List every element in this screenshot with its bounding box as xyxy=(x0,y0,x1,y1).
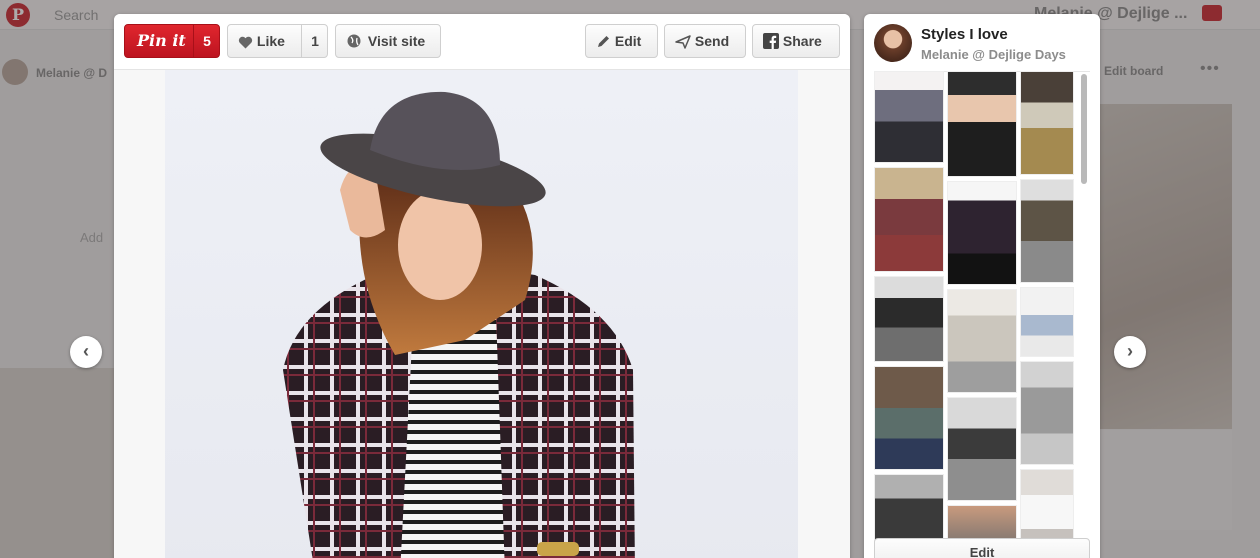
board-thumbnail[interactable] xyxy=(1020,71,1074,175)
globe-icon xyxy=(347,34,361,48)
send-button[interactable]: Send xyxy=(664,24,746,58)
like-count: 1 xyxy=(301,25,328,57)
pin-image-area xyxy=(114,70,850,558)
next-pin-button[interactable]: › xyxy=(1114,336,1146,368)
board-thumbnail[interactable] xyxy=(1020,287,1074,357)
repin-count: 5 xyxy=(193,25,220,57)
visit-site-label: Visit site xyxy=(367,33,426,49)
board-thumbnail[interactable] xyxy=(874,366,944,470)
previous-pin-button[interactable]: ‹ xyxy=(70,336,102,368)
board-thumbnail[interactable] xyxy=(874,71,944,163)
board-owner-avatar[interactable] xyxy=(874,24,912,62)
pencil-icon xyxy=(598,36,609,47)
pin-it-label: Pin it xyxy=(137,31,186,50)
board-thumbnail[interactable] xyxy=(947,397,1017,501)
share-label: Share xyxy=(782,33,822,49)
pin-photo-illustration xyxy=(283,91,635,558)
chevron-left-icon: ‹ xyxy=(83,341,89,361)
board-thumbnail[interactable] xyxy=(874,167,944,272)
send-label: Send xyxy=(694,33,730,49)
pin-it-button[interactable]: Pin it 5 xyxy=(124,24,220,58)
heart-icon xyxy=(238,36,253,49)
board-title[interactable]: Styles I love xyxy=(921,26,1008,43)
pin-image[interactable] xyxy=(165,70,798,558)
pin-toolbar: Pin it 5 Like 1 Visit site Edit Send Sha… xyxy=(114,14,850,70)
board-thumbnail[interactable] xyxy=(1020,179,1074,283)
chevron-right-icon: › xyxy=(1127,341,1133,361)
board-scrollbar[interactable] xyxy=(1080,74,1088,534)
visit-site-button[interactable]: Visit site xyxy=(335,24,441,58)
board-thumbnail[interactable] xyxy=(1020,361,1074,465)
board-edit-button[interactable]: Edit xyxy=(874,538,1090,558)
like-button[interactable]: Like 1 xyxy=(227,24,328,58)
board-thumbnail[interactable] xyxy=(947,71,1017,177)
pin-closeup-panel: Pin it 5 Like 1 Visit site Edit Send Sha… xyxy=(114,14,850,558)
like-label-wrap: Like xyxy=(238,25,285,57)
like-label: Like xyxy=(256,33,285,49)
share-button[interactable]: Share xyxy=(752,24,840,58)
board-thumbnail[interactable] xyxy=(947,289,1017,393)
paper-plane-icon xyxy=(675,35,691,49)
edit-label: Edit xyxy=(614,33,642,49)
facebook-icon xyxy=(763,33,779,49)
board-scrollbar-thumb[interactable] xyxy=(1081,74,1087,184)
board-thumbnail[interactable] xyxy=(947,181,1017,285)
board-thumbnail[interactable] xyxy=(874,276,944,362)
board-sidebar: Styles I love Melanie @ Dejlige Days Edi… xyxy=(864,14,1100,558)
edit-pin-button[interactable]: Edit xyxy=(585,24,658,58)
board-owner-name[interactable]: Melanie @ Dejlige Days xyxy=(921,47,1066,62)
